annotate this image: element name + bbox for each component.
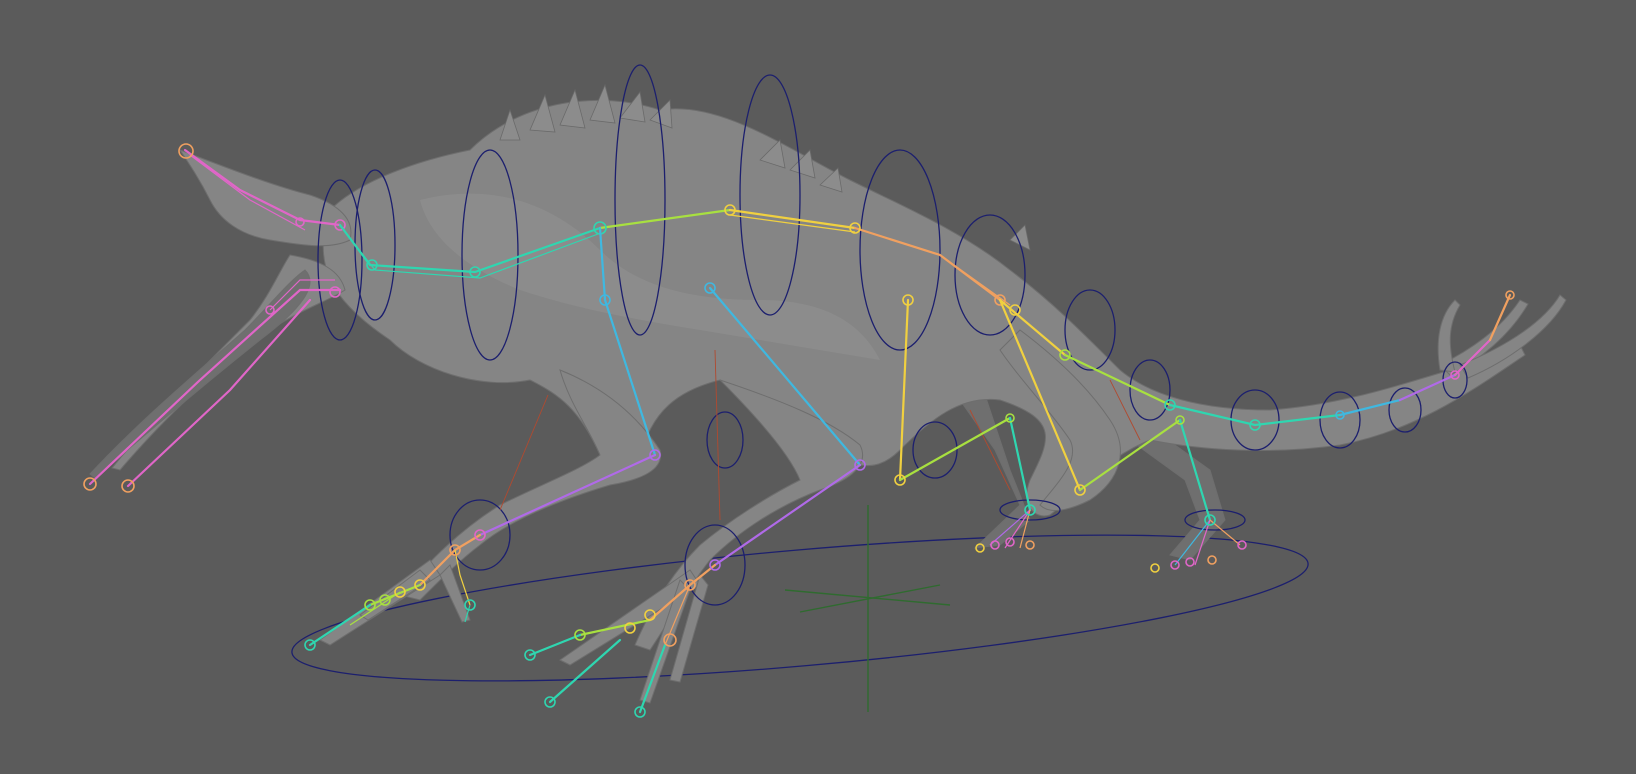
- world-origin-locator[interactable]: [784, 505, 951, 712]
- 3d-viewport[interactable]: [0, 0, 1636, 774]
- creature-mesh[interactable]: [89, 99, 1567, 704]
- viewport-canvas[interactable]: [0, 0, 1636, 774]
- root-control-curve[interactable]: [287, 506, 1313, 710]
